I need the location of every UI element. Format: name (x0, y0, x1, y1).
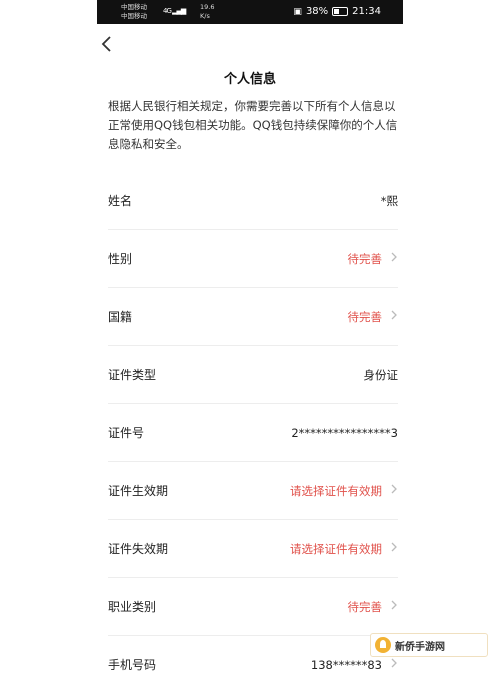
row-value-pending: 待完善 (347, 599, 383, 614)
row-value-pending: 待完善 (347, 309, 383, 324)
form-row[interactable]: 性别 待完善 (108, 230, 398, 288)
form-row[interactable]: 国籍 待完善 (108, 288, 398, 346)
carrier-text: 中国移动 中国移动 (121, 3, 147, 21)
row-value-pending: 待完善 (347, 251, 383, 266)
form-row: 证件类型 身份证 (108, 346, 398, 404)
watermark-text: 新侨手游网 (395, 641, 445, 653)
battery-percent: 38% (305, 6, 329, 17)
status-right: ▣ 38% 21:34 (293, 6, 381, 17)
form-row[interactable]: 证件生效期 请选择证件有效期 (108, 462, 398, 520)
row-label: 证件失效期 (108, 542, 169, 556)
chevron-right-icon (382, 657, 398, 672)
form-row[interactable]: 职业类别 待完善 (108, 578, 398, 636)
row-value-pending: 请选择证件有效期 (290, 541, 382, 556)
signal-icon: 4G ▂▄▆ (163, 7, 186, 15)
row-right: 待完善 (348, 309, 399, 325)
chevron-left-icon (101, 36, 111, 52)
watermark: 新侨手游网 (370, 633, 488, 657)
row-value: 138******83 (310, 657, 382, 672)
network-speed: 19.6 K/s (200, 3, 215, 20)
nfc-icon: ▣ (293, 6, 302, 17)
clock: 21:34 (352, 6, 381, 17)
row-right: 身份证 (364, 367, 399, 383)
row-label: 性别 (108, 252, 133, 266)
row-label: 证件类型 (108, 368, 157, 382)
notice-text: 根据人民银行相关规定，你需要完善以下所有个人信息以正常使用QQ钱包相关功能。QQ… (108, 99, 398, 151)
row-label: 姓名 (108, 194, 133, 208)
page-title: 个人信息 (223, 72, 276, 87)
row-right: 请选择证件有效期 (290, 483, 398, 499)
chevron-right-icon (382, 541, 398, 556)
battery-icon (332, 7, 349, 16)
row-value: *熙 (380, 193, 398, 208)
row-right: *熙 (381, 193, 398, 209)
row-value: 2****************3 (291, 425, 398, 440)
row-right: 待完善 (348, 599, 399, 615)
row-right: 请选择证件有效期 (290, 541, 398, 557)
carrier-1: 中国移动 (121, 3, 147, 11)
row-value-pending: 请选择证件有效期 (290, 483, 382, 498)
row-label: 国籍 (108, 310, 133, 324)
row-right: 2****************3 (291, 426, 398, 440)
form-row: 证件号 2****************3 (108, 404, 398, 462)
chevron-right-icon (382, 599, 398, 614)
watermark-logo-icon (375, 637, 391, 653)
row-value: 身份证 (363, 367, 399, 382)
row-label: 证件生效期 (108, 484, 169, 498)
form-row[interactable]: 证件失效期 请选择证件有效期 (108, 520, 398, 578)
row-label: 证件号 (108, 426, 145, 440)
chevron-right-icon (382, 483, 398, 498)
chevron-right-icon (382, 309, 398, 324)
form-row: 姓名 *熙 (108, 172, 398, 230)
row-label: 职业类别 (108, 600, 157, 614)
carrier-2: 中国移动 (121, 12, 147, 20)
row-label: 手机号码 (108, 658, 157, 672)
row-right: 138******83 (311, 657, 398, 672)
form-row[interactable]: 手机号码 138******83 (108, 636, 398, 693)
back-button[interactable] (100, 34, 120, 58)
row-right: 待完善 (348, 251, 399, 267)
chevron-right-icon (382, 251, 398, 266)
status-bar: 中国移动 中国移动 4G ▂▄▆ 19.6 K/s ▣ 38% 21:34 (97, 0, 403, 24)
form-list: 姓名 *熙 性别 待完善 国籍 待完善 证件类型 身份证 证件号 2***************… (108, 172, 398, 693)
